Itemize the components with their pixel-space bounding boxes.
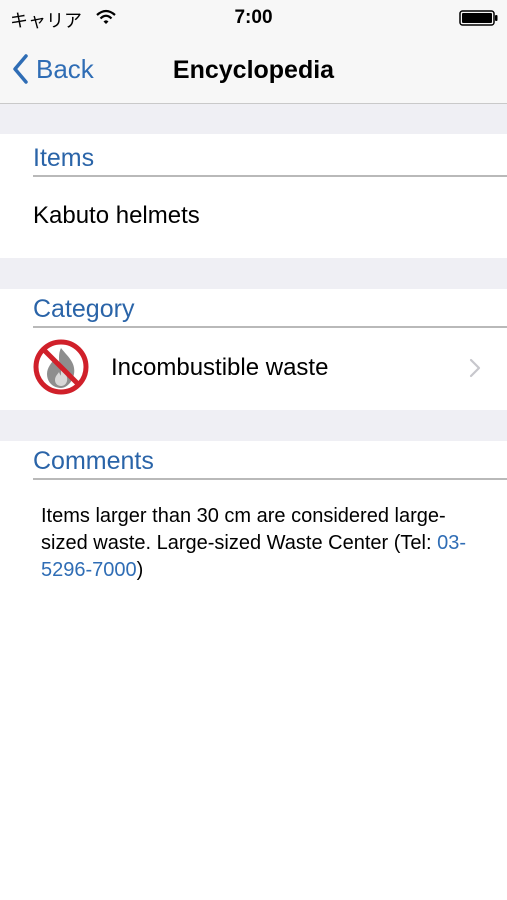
items-section-header: Items — [33, 144, 507, 177]
page-title: Encyclopedia — [0, 56, 507, 85]
no-fire-icon — [33, 339, 89, 395]
navigation-bar: Back Encyclopedia — [0, 36, 507, 104]
section-gap — [0, 104, 507, 134]
page-title-text: Encyclopedia — [172, 56, 335, 84]
chevron-right-icon — [469, 358, 481, 378]
battery-icon — [459, 10, 498, 26]
comment-text: Items larger than 30 cm are considered l… — [41, 503, 471, 584]
category-section-header: Category — [33, 295, 507, 328]
item-name: Kabuto helmets — [33, 202, 200, 229]
comment-text-before: Items larger than 30 cm are considered l… — [41, 505, 446, 554]
status-time: 7:00 — [234, 7, 273, 28]
comment-text-after: ) — [136, 559, 144, 581]
comments-section-header: Comments — [33, 447, 507, 480]
status-bar: キャリア 7:00 — [0, 0, 507, 36]
section-gap — [0, 410, 507, 441]
section-gap — [0, 258, 507, 289]
category-row[interactable]: Incombustible waste — [0, 326, 507, 408]
category-value: Incombustible waste — [111, 354, 329, 381]
